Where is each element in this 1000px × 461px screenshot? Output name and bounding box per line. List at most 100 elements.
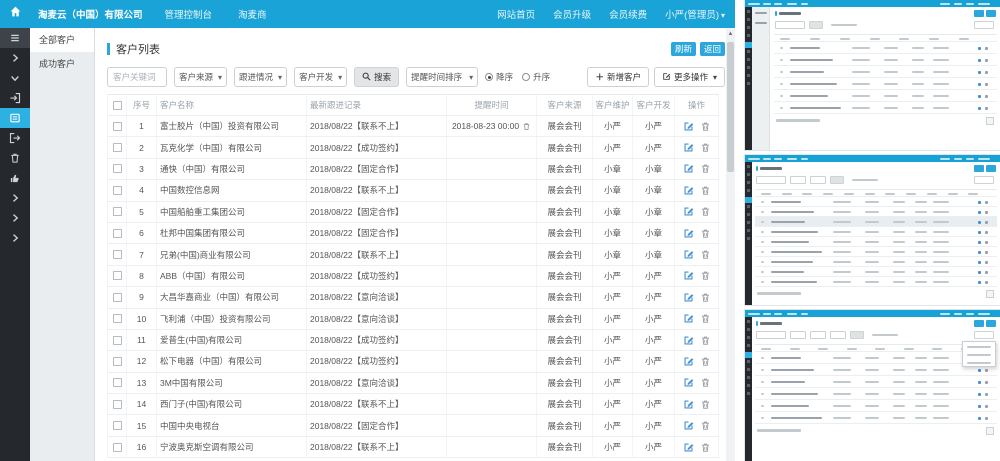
- remind-time: [447, 437, 537, 457]
- sidebar-item-success-customers[interactable]: 成功客户: [30, 52, 94, 76]
- delete-icon[interactable]: [700, 206, 711, 217]
- delete-icon[interactable]: [700, 270, 711, 281]
- placeholder-bar: [912, 95, 924, 97]
- add-customer-button[interactable]: ＋新增客户: [587, 67, 649, 87]
- thumbs-up-rail-button[interactable]: [0, 168, 30, 188]
- sign-in-rail-button[interactable]: [0, 88, 30, 108]
- placeholder-bar: [771, 417, 822, 419]
- delete-icon[interactable]: [700, 121, 711, 132]
- edit-icon[interactable]: [683, 292, 694, 303]
- chevron-right-rail-button[interactable]: [0, 188, 30, 208]
- delete-icon[interactable]: [700, 249, 711, 260]
- row-checkbox[interactable]: [113, 143, 122, 152]
- delete-icon[interactable]: [700, 292, 711, 303]
- row-checkbox[interactable]: [113, 336, 122, 345]
- placeholder-bar: [771, 271, 804, 273]
- row-checkbox[interactable]: [113, 378, 122, 387]
- preview-window-3[interactable]: [745, 310, 1000, 461]
- edit-icon[interactable]: [683, 356, 694, 367]
- edit-icon[interactable]: [683, 420, 694, 431]
- row-checkbox[interactable]: [113, 357, 122, 366]
- edit-icon[interactable]: [683, 185, 694, 196]
- placeholder-bar: [933, 251, 949, 253]
- trash-rail-button[interactable]: [0, 148, 30, 168]
- scroll-thumb[interactable]: [727, 42, 734, 172]
- refresh-button[interactable]: 刷新: [671, 42, 696, 57]
- row-checkbox[interactable]: [113, 250, 122, 259]
- row-checkbox[interactable]: [113, 207, 122, 216]
- followup-select[interactable]: 跟进情况▾: [234, 67, 287, 87]
- edit-icon[interactable]: [683, 442, 694, 453]
- col-header-remind[interactable]: 提醒时间: [447, 95, 537, 115]
- delete-icon[interactable]: [700, 399, 711, 410]
- delete-icon[interactable]: [700, 142, 711, 153]
- row-checkbox[interactable]: [113, 400, 122, 409]
- sign-out-rail-button[interactable]: [0, 128, 30, 148]
- row-checkbox[interactable]: [113, 293, 122, 302]
- row-checkbox[interactable]: [113, 443, 122, 452]
- customer-developer: 小严: [633, 394, 675, 414]
- remind-time: [447, 309, 537, 329]
- sort-select[interactable]: 提醒时间排序▾: [406, 67, 478, 87]
- remind-time: [447, 159, 537, 179]
- more-actions-button[interactable]: 更多操作▾: [654, 67, 725, 87]
- edit-icon[interactable]: [683, 206, 694, 217]
- delete-icon[interactable]: [700, 228, 711, 239]
- search-button[interactable]: 搜索: [354, 67, 399, 87]
- row-checkbox[interactable]: [113, 271, 122, 280]
- preview-window-2[interactable]: [745, 155, 1000, 305]
- placeholder-bar: [790, 83, 837, 85]
- row-checkbox[interactable]: [113, 186, 122, 195]
- delete-icon[interactable]: [700, 442, 711, 453]
- row-checkbox[interactable]: [113, 314, 122, 323]
- menu-rail-button[interactable]: [0, 28, 30, 48]
- edit-icon[interactable]: [683, 249, 694, 260]
- edit-icon[interactable]: [683, 313, 694, 324]
- top-link-upgrade[interactable]: 会员升级: [553, 7, 591, 21]
- edit-icon[interactable]: [683, 121, 694, 132]
- select-all-checkbox[interactable]: [113, 101, 122, 110]
- delete-icon[interactable]: [700, 335, 711, 346]
- preview-window-1[interactable]: [745, 0, 1000, 150]
- top-menu-taomai[interactable]: 淘麦商: [238, 7, 267, 21]
- delete-icon[interactable]: [700, 377, 711, 388]
- delete-icon[interactable]: [700, 356, 711, 367]
- latest-record: 2018/08/22【成功签约】: [307, 351, 447, 371]
- delete-icon[interactable]: [700, 313, 711, 324]
- top-menu-console[interactable]: 管理控制台: [165, 7, 213, 21]
- edit-icon[interactable]: [683, 163, 694, 174]
- clear-remind-icon[interactable]: [522, 122, 531, 131]
- table-row: 15 中国中央电视台 2018/08/22【固定合作】 展会会刊 小严 小严: [107, 415, 719, 436]
- row-checkbox[interactable]: [113, 229, 122, 238]
- edit-icon[interactable]: [683, 142, 694, 153]
- back-button[interactable]: 返回: [700, 42, 725, 57]
- edit-icon[interactable]: [683, 270, 694, 281]
- top-link-home[interactable]: 网站首页: [497, 7, 535, 21]
- edit-icon[interactable]: [683, 335, 694, 346]
- scroll-up-arrow[interactable]: ▲: [726, 28, 735, 40]
- user-menu[interactable]: 小严(管理员)▾: [665, 7, 725, 21]
- keyword-input[interactable]: [107, 67, 167, 87]
- sort-desc-radio[interactable]: 降序: [485, 71, 513, 83]
- top-link-renew[interactable]: 会员续费: [609, 7, 647, 21]
- delete-icon[interactable]: [700, 420, 711, 431]
- edit-icon[interactable]: [683, 399, 694, 410]
- vertical-scrollbar[interactable]: ▲: [726, 28, 735, 461]
- delete-icon[interactable]: [700, 163, 711, 174]
- chevron-right-rail-button[interactable]: [0, 228, 30, 248]
- home-button[interactable]: [0, 0, 30, 28]
- list-rail-button[interactable]: [0, 108, 30, 128]
- delete-icon[interactable]: [700, 185, 711, 196]
- edit-icon[interactable]: [683, 377, 694, 388]
- source-select[interactable]: 客户来源▾: [174, 67, 227, 87]
- sort-asc-radio[interactable]: 升序: [522, 71, 550, 83]
- chevron-right-rail-button[interactable]: [0, 48, 30, 68]
- sidebar-item-all-customers[interactable]: 全部客户: [30, 28, 94, 52]
- edit-icon[interactable]: [683, 228, 694, 239]
- row-checkbox[interactable]: [113, 421, 122, 430]
- row-checkbox[interactable]: [113, 122, 122, 131]
- chevron-down-rail-button[interactable]: [0, 68, 30, 88]
- chevron-right-rail-button[interactable]: [0, 208, 30, 228]
- develop-select[interactable]: 客户开发▾: [294, 67, 347, 87]
- row-checkbox[interactable]: [113, 164, 122, 173]
